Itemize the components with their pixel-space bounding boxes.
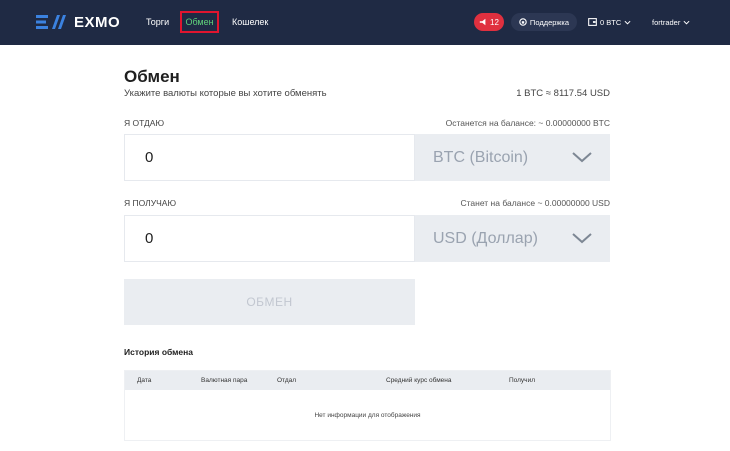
wallet-icon (588, 18, 597, 26)
page-title: Обмен (124, 67, 180, 86)
page-subtitle: Укажите валюты которые вы хотите обменят… (124, 88, 327, 99)
megaphone-icon (479, 18, 486, 26)
give-amount-input[interactable] (125, 135, 414, 180)
get-currency-label: USD (Доллар) (433, 229, 538, 247)
exmo-logo[interactable]: EXMO (36, 13, 120, 31)
nav-trading[interactable]: Торги (146, 11, 169, 33)
give-amount-field[interactable] (124, 134, 415, 181)
column-avg-rate[interactable]: Средний курс обмена (386, 377, 451, 384)
history-table: Дата Валютная пара Отдал Средний курс об… (124, 370, 611, 441)
column-pair[interactable]: Валютная пара (201, 377, 247, 384)
give-currency-select[interactable]: BTC (Bitcoin) (415, 134, 610, 181)
history-empty-message: Нет информации для отображения (314, 411, 421, 419)
history-table-header: Дата Валютная пара Отдал Средний курс об… (125, 371, 610, 390)
column-gave[interactable]: Отдал (277, 377, 296, 384)
column-date[interactable]: Дата (137, 377, 151, 384)
wallet-balance-dropdown[interactable]: 0 BTC (588, 13, 631, 31)
chevron-down-icon (624, 20, 631, 25)
column-received[interactable]: Получил (509, 377, 535, 384)
chevron-down-icon (572, 152, 592, 163)
get-amount-field[interactable] (124, 215, 415, 262)
exmo-logo-mark-icon (36, 15, 66, 29)
top-navigation-bar: EXMO Торги Обмен Кошелек 12 Поддержка 0 … (0, 0, 730, 45)
nav-exchange[interactable]: Обмен (180, 11, 219, 33)
get-currency-select[interactable]: USD (Доллар) (415, 215, 610, 262)
chevron-down-icon (683, 20, 690, 25)
chevron-down-icon (572, 233, 592, 244)
exchange-button[interactable]: ОБМЕН (124, 279, 415, 325)
get-amount-input[interactable] (125, 216, 414, 261)
exchange-rate: 1 BTC ≈ 8117.54 USD (516, 88, 610, 99)
support-button[interactable]: Поддержка (511, 13, 577, 31)
support-label: Поддержка (529, 17, 570, 27)
notifications-count: 12 (490, 17, 499, 27)
notifications-button[interactable]: 12 (474, 13, 504, 31)
get-balance-result: Станет на балансе ~ 0.00000000 USD (460, 198, 610, 208)
get-label: Я ПОЛУЧАЮ (124, 198, 177, 208)
logo-text: EXMO (74, 13, 121, 31)
nav-wallet[interactable]: Кошелек (232, 11, 268, 33)
user-menu-dropdown[interactable]: fortrader (652, 13, 690, 31)
give-currency-label: BTC (Bitcoin) (433, 148, 529, 166)
history-title: История обмена (124, 347, 194, 357)
give-label: Я ОТДАЮ (124, 118, 165, 128)
username-label: fortrader (652, 17, 681, 27)
headset-icon (519, 18, 527, 26)
give-balance-remaining: Останется на балансе: ~ 0.00000000 BTC (445, 118, 610, 128)
wallet-balance-label: 0 BTC (600, 17, 622, 27)
